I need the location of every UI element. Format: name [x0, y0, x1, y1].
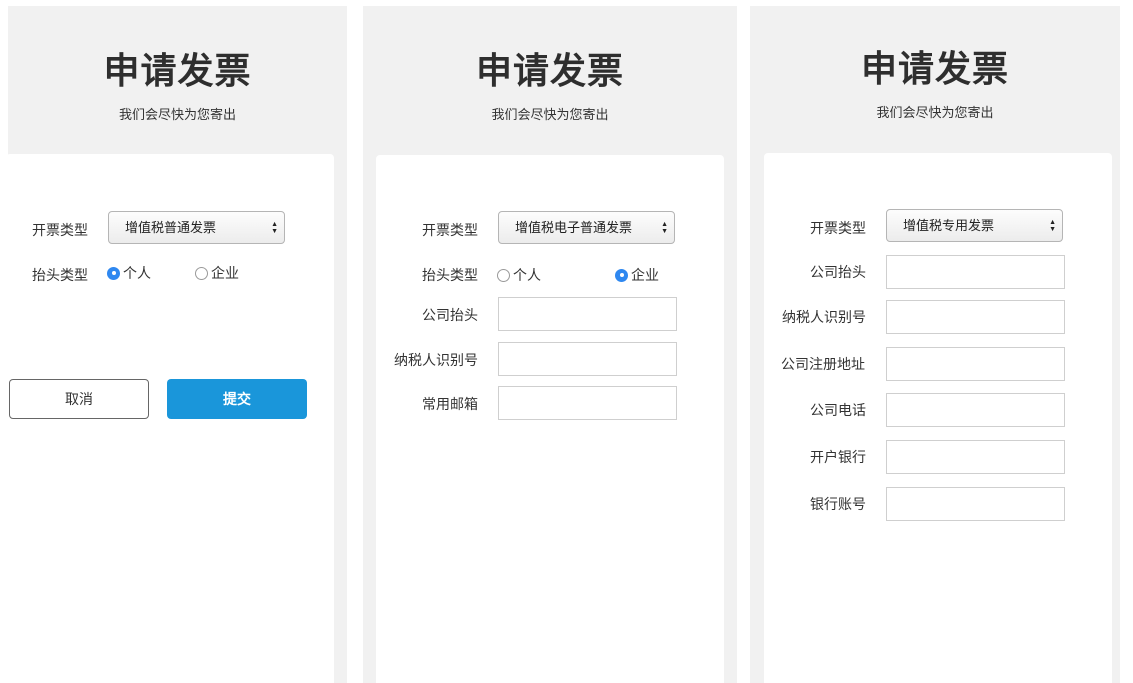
field-label-company-title: 公司抬头	[422, 307, 478, 323]
cancel-button[interactable]: 取消	[9, 379, 149, 419]
company-title-input[interactable]	[498, 297, 677, 331]
header-type-label: 抬头类型	[32, 267, 88, 283]
radio-company-label: 企业	[211, 265, 239, 281]
invoice-type-select[interactable]: 增值税电子普通发票 ▲ ▼	[498, 211, 675, 244]
field-label-company-title: 公司抬头	[810, 264, 866, 280]
radio-unchecked-icon	[497, 268, 510, 282]
radio-personal[interactable]: 个人	[107, 263, 151, 283]
radio-personal[interactable]: 个人	[497, 265, 541, 285]
radio-company-label: 企业	[631, 267, 659, 283]
invoice-type-label: 开票类型	[810, 220, 866, 236]
invoice-panel-electronic: 申请发票 我们会尽快为您寄出 开票类型 增值税电子普通发票 ▲ ▼ 抬头类型 个人…	[363, 6, 737, 683]
invoice-type-value: 增值税专用发票	[903, 218, 995, 233]
field-label-tax-id: 纳税人识别号	[782, 309, 866, 325]
field-label-bank: 开户银行	[810, 449, 866, 465]
company-phone-input[interactable]	[886, 393, 1065, 427]
select-arrows-icon: ▲ ▼	[1049, 218, 1056, 233]
bank-input[interactable]	[886, 440, 1065, 474]
company-title-input[interactable]	[886, 255, 1065, 289]
invoice-type-select[interactable]: 增值税普通发票 ▲ ▼	[108, 211, 285, 244]
invoice-type-value: 增值税电子普通发票	[515, 220, 633, 235]
page-subtitle: 我们会尽快为您寄出	[876, 105, 994, 120]
invoice-type-select[interactable]: 增值税专用发票 ▲ ▼	[886, 209, 1063, 242]
form-card: 开票类型 增值税专用发票 ▲ ▼ 公司抬头 纳税人识别号 公司注册地址 公司电话 …	[764, 153, 1112, 683]
header-type-label: 抬头类型	[422, 267, 478, 283]
invoice-panel-special: 申请发票 我们会尽快为您寄出 开票类型 增值税专用发票 ▲ ▼ 公司抬头 纳税人识…	[750, 6, 1120, 683]
page-title: 申请发票	[103, 50, 252, 91]
page-subtitle: 我们会尽快为您寄出	[491, 107, 609, 122]
radio-unchecked-icon	[195, 266, 208, 280]
radio-company[interactable]: 企业	[615, 265, 659, 285]
email-input[interactable]	[498, 386, 677, 420]
submit-button[interactable]: 提交	[167, 379, 307, 419]
radio-personal-label: 个人	[513, 267, 541, 283]
page-subtitle: 我们会尽快为您寄出	[118, 107, 236, 122]
field-label-registered-address: 公司注册地址	[781, 356, 865, 372]
page-title: 申请发票	[860, 48, 1009, 89]
registered-address-input[interactable]	[886, 347, 1065, 381]
invoice-type-value: 增值税普通发票	[125, 220, 217, 235]
page-title: 申请发票	[475, 50, 624, 91]
invoice-type-label: 开票类型	[422, 222, 478, 238]
form-card: 开票类型 增值税普通发票 ▲ ▼ 抬头类型 个人 企业 取消 提交	[8, 154, 334, 683]
radio-company[interactable]: 企业	[195, 263, 239, 283]
invoice-panel-personal: 申请发票 我们会尽快为您寄出 开票类型 增值税普通发票 ▲ ▼ 抬头类型 个人 企…	[8, 6, 347, 683]
select-arrows-icon: ▲ ▼	[271, 220, 278, 235]
bank-account-input[interactable]	[886, 487, 1065, 521]
select-arrows-icon: ▲ ▼	[661, 220, 668, 235]
tax-id-input[interactable]	[498, 342, 677, 376]
field-label-company-phone: 公司电话	[810, 402, 866, 418]
field-label-tax-id: 纳税人识别号	[394, 352, 478, 368]
field-label-bank-account: 银行账号	[810, 496, 866, 512]
radio-checked-icon	[615, 268, 628, 282]
tax-id-input[interactable]	[886, 300, 1065, 334]
field-label-email: 常用邮箱	[422, 396, 478, 412]
radio-checked-icon	[107, 266, 120, 280]
invoice-type-label: 开票类型	[32, 222, 88, 238]
radio-personal-label: 个人	[123, 265, 151, 281]
form-card: 开票类型 增值税电子普通发票 ▲ ▼ 抬头类型 个人 企业 公司抬头 纳税人识别号…	[376, 155, 724, 683]
